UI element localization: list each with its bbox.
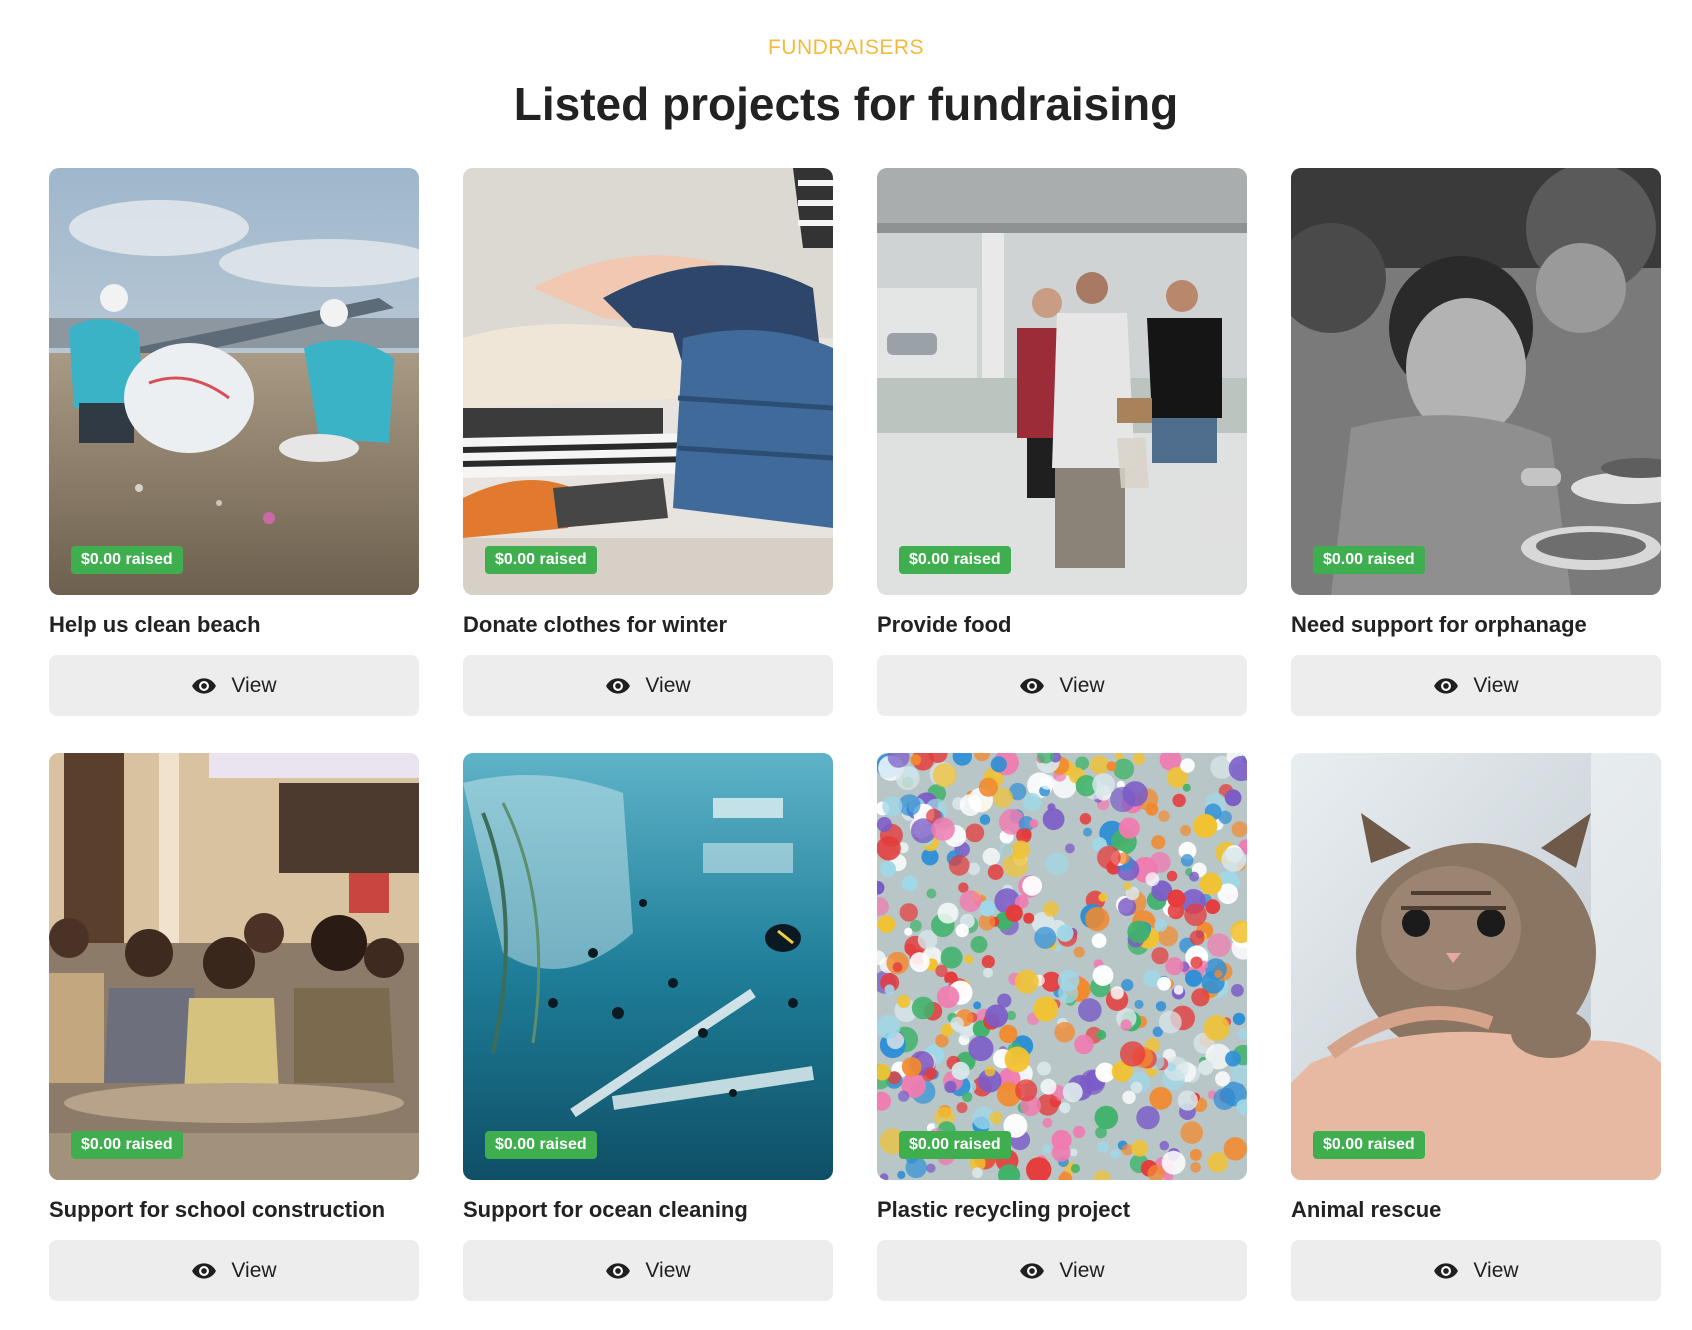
- view-button[interactable]: View: [877, 655, 1247, 716]
- view-button-label: View: [645, 1258, 691, 1282]
- raised-badge: $0.00 raised: [899, 546, 1011, 574]
- eye-icon: [606, 677, 631, 694]
- project-card: $0.00 raised Plastic recycling project V…: [877, 753, 1247, 1301]
- raised-badge: $0.00 raised: [899, 1131, 1011, 1159]
- view-button-label: View: [645, 673, 691, 697]
- view-button-label: View: [231, 1258, 277, 1282]
- project-image[interactable]: $0.00 raised: [877, 753, 1247, 1180]
- project-title[interactable]: Animal rescue: [1291, 1194, 1661, 1226]
- project-image[interactable]: $0.00 raised: [49, 168, 419, 595]
- view-button[interactable]: View: [1291, 1240, 1661, 1301]
- view-button-label: View: [1473, 673, 1519, 697]
- project-card: $0.00 raised Donate clothes for winter V…: [463, 168, 833, 716]
- view-button[interactable]: View: [877, 1240, 1247, 1301]
- school-children-photo: [49, 753, 419, 1180]
- eye-icon: [1020, 1262, 1045, 1279]
- eye-icon: [1434, 1262, 1459, 1279]
- project-title[interactable]: Help us clean beach: [49, 609, 419, 641]
- view-button-label: View: [1059, 673, 1105, 697]
- view-button[interactable]: View: [49, 655, 419, 716]
- raised-badge: $0.00 raised: [71, 1131, 183, 1159]
- raised-badge: $0.00 raised: [1313, 1131, 1425, 1159]
- ocean-plastic-photo: [463, 753, 833, 1180]
- project-card: $0.00 raised Animal rescue View: [1291, 753, 1661, 1301]
- section-eyebrow: FUNDRAISERS: [767, 36, 925, 59]
- kitten-in-hand-photo: [1291, 753, 1661, 1180]
- view-button-label: View: [1059, 1258, 1105, 1282]
- projects-grid: $0.00 raised Help us clean beach View $0…: [49, 168, 1661, 1301]
- project-image[interactable]: $0.00 raised: [877, 168, 1247, 595]
- eye-icon: [606, 1262, 631, 1279]
- view-button[interactable]: View: [463, 1240, 833, 1301]
- project-title[interactable]: Provide food: [877, 609, 1247, 641]
- project-title[interactable]: Support for ocean cleaning: [463, 1194, 833, 1226]
- view-button-label: View: [1473, 1258, 1519, 1282]
- project-card: $0.00 raised Support for ocean cleaning …: [463, 753, 833, 1301]
- eye-icon: [192, 1262, 217, 1279]
- project-image[interactable]: $0.00 raised: [49, 753, 419, 1180]
- orphanage-children-photo: [1291, 168, 1661, 595]
- project-image[interactable]: $0.00 raised: [1291, 753, 1661, 1180]
- fundraisers-page: FUNDRAISERS Listed projects for fundrais…: [0, 0, 1692, 1330]
- project-card: $0.00 raised Provide food View: [877, 168, 1247, 716]
- section-title: Listed projects for fundraising: [513, 78, 1179, 130]
- view-button[interactable]: View: [1291, 655, 1661, 716]
- food-distribution-photo: [877, 168, 1247, 595]
- view-button[interactable]: View: [49, 1240, 419, 1301]
- project-image[interactable]: $0.00 raised: [463, 753, 833, 1180]
- project-card: $0.00 raised Need support for orphanage …: [1291, 168, 1661, 716]
- folded-clothes-photo: [463, 168, 833, 595]
- raised-badge: $0.00 raised: [485, 1131, 597, 1159]
- project-title[interactable]: Plastic recycling project: [877, 1194, 1247, 1226]
- project-title[interactable]: Donate clothes for winter: [463, 609, 833, 641]
- eye-icon: [192, 677, 217, 694]
- project-image[interactable]: $0.00 raised: [1291, 168, 1661, 595]
- beach-cleanup-photo: [49, 168, 419, 595]
- view-button[interactable]: View: [463, 655, 833, 716]
- eye-icon: [1020, 677, 1045, 694]
- raised-badge: $0.00 raised: [1313, 546, 1425, 574]
- view-button-label: View: [231, 673, 277, 697]
- raised-badge: $0.00 raised: [485, 546, 597, 574]
- project-title[interactable]: Need support for orphanage: [1291, 609, 1661, 641]
- eye-icon: [1434, 677, 1459, 694]
- project-title[interactable]: Support for school construction: [49, 1194, 419, 1226]
- plastic-caps-photo: [877, 753, 1247, 1180]
- project-image[interactable]: $0.00 raised: [463, 168, 833, 595]
- section-header: FUNDRAISERS Listed projects for fundrais…: [0, 34, 1692, 132]
- project-card: $0.00 raised Support for school construc…: [49, 753, 419, 1301]
- project-card: $0.00 raised Help us clean beach View: [49, 168, 419, 716]
- raised-badge: $0.00 raised: [71, 546, 183, 574]
